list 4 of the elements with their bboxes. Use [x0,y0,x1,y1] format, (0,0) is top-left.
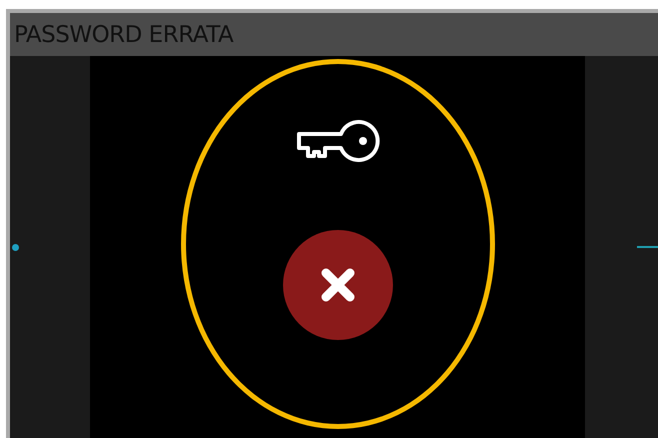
indicator-dot [12,244,19,250]
key-icon [294,120,380,162]
window-title: PASSWORD ERRATA [14,22,234,48]
indicator-line [637,246,658,248]
